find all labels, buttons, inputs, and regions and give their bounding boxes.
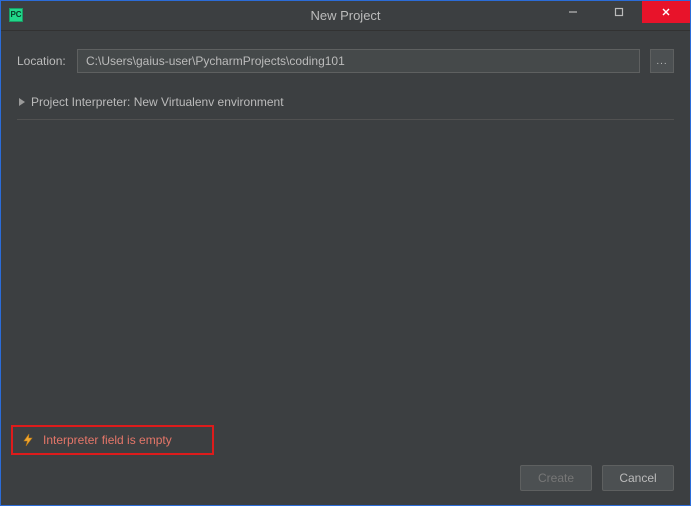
error-message: Interpreter field is empty <box>43 433 172 447</box>
footer-buttons: Create Cancel <box>520 465 674 491</box>
pycharm-app-icon: PC <box>7 6 27 26</box>
chevron-right-icon <box>19 98 25 106</box>
maximize-button[interactable] <box>596 1 642 23</box>
location-row: Location: ... <box>17 49 674 73</box>
titlebar: PC New Project <box>1 1 690 31</box>
new-project-window: PC New Project Location: ... Project Int… <box>0 0 691 506</box>
window-title: New Project <box>310 8 380 23</box>
cancel-button[interactable]: Cancel <box>602 465 674 491</box>
close-button[interactable] <box>642 1 690 23</box>
spacer <box>17 120 674 425</box>
create-button[interactable]: Create <box>520 465 592 491</box>
location-label: Location: <box>17 54 67 68</box>
interpreter-expander[interactable]: Project Interpreter: New Virtualenv envi… <box>17 91 674 113</box>
warning-bolt-icon <box>21 433 35 447</box>
minimize-button[interactable] <box>550 1 596 23</box>
content-area: Location: ... Project Interpreter: New V… <box>1 31 690 505</box>
interpreter-expander-label: Project Interpreter: New Virtualenv envi… <box>31 95 284 109</box>
location-input[interactable] <box>77 49 640 73</box>
error-banner: Interpreter field is empty <box>11 425 214 455</box>
browse-location-button[interactable]: ... <box>650 49 674 73</box>
window-controls <box>550 1 690 23</box>
